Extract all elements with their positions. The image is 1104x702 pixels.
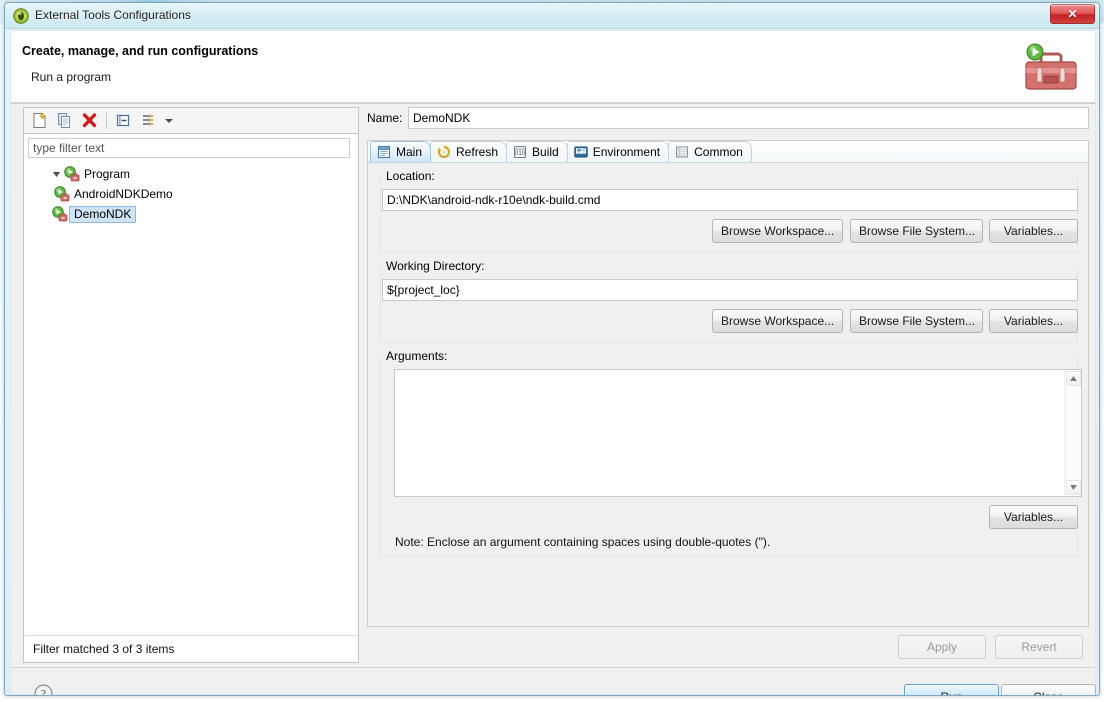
collapse-all-icon[interactable] xyxy=(111,110,136,132)
location-browse-workspace-button[interactable]: Browse Workspace... xyxy=(712,219,843,243)
tab-folder: Main Refresh 010 Build Environment Commo… xyxy=(367,140,1089,627)
working-directory-group: Working Directory: Browse Workspace... B… xyxy=(380,259,1078,343)
configuration-editor-panel: Name: Main xyxy=(367,107,1089,663)
toolbar-separator xyxy=(106,112,107,129)
refresh-tab-icon xyxy=(437,145,452,159)
location-group: Location: Browse Workspace... Browse Fil… xyxy=(380,169,1078,253)
tab-label: Main xyxy=(396,145,423,159)
tree-item-label: DemoNDK xyxy=(69,205,137,223)
working-directory-input[interactable] xyxy=(382,279,1078,301)
view-menu-chevron-down-icon[interactable] xyxy=(161,110,177,132)
scroll-down-arrow-icon[interactable] xyxy=(1066,480,1081,495)
arguments-group-label: Arguments: xyxy=(383,349,451,363)
working-directory-browse-workspace-button[interactable]: Browse Workspace... xyxy=(712,309,843,333)
tree-item-androidndkdemo[interactable]: AndroidNDKDemo xyxy=(25,184,357,204)
configurations-toolbar xyxy=(23,107,359,133)
eclipse-ball-icon xyxy=(13,8,29,24)
duplicate-icon[interactable] xyxy=(52,110,77,132)
arguments-textarea[interactable] xyxy=(395,370,1063,496)
main-tab-panel: Location: Browse Workspace... Browse Fil… xyxy=(368,163,1088,626)
configurations-tree-container: Program xyxy=(23,133,359,663)
filter-icon[interactable] xyxy=(136,110,161,132)
location-browse-file-system-button[interactable]: Browse File System... xyxy=(850,219,983,243)
svg-text:?: ? xyxy=(41,689,46,696)
tab-main[interactable]: Main xyxy=(370,141,432,162)
window-title: External Tools Configurations xyxy=(35,8,191,22)
expand-collapse-twisty-icon[interactable] xyxy=(49,170,63,179)
main-tab-icon xyxy=(377,145,392,159)
close-button[interactable]: Close xyxy=(1001,684,1096,695)
footer-divider xyxy=(11,667,1095,668)
tree-item-label: AndroidNDKDemo xyxy=(74,187,173,201)
tree-item-program[interactable]: Program xyxy=(25,164,357,184)
new-launch-configuration-icon[interactable] xyxy=(27,110,52,132)
dialog-body: Create, manage, and run configurations R… xyxy=(10,30,1096,695)
scrollbar-track[interactable] xyxy=(1066,387,1080,479)
working-directory-group-label: Working Directory: xyxy=(383,259,488,273)
arguments-scrollbar[interactable] xyxy=(1064,370,1081,496)
arguments-textarea-container xyxy=(394,369,1082,497)
external-tools-toolbox-icon xyxy=(1021,38,1081,96)
name-label: Name: xyxy=(367,111,403,125)
program-toolbox-icon xyxy=(63,166,81,182)
page-subtitle: Run a program xyxy=(31,70,112,84)
tree-item-label: Program xyxy=(84,167,131,181)
tab-label: Build xyxy=(532,145,559,159)
location-group-label: Location: xyxy=(383,169,438,183)
program-toolbox-icon xyxy=(53,186,71,202)
program-toolbox-icon xyxy=(51,206,69,222)
close-window-button[interactable]: ✕ xyxy=(1050,4,1095,24)
title-bar: External Tools Configurations ✕ xyxy=(5,3,1099,29)
arguments-note: Note: Enclose an argument containing spa… xyxy=(395,535,771,549)
close-icon: ✕ xyxy=(1067,7,1078,21)
revert-button[interactable]: Revert xyxy=(995,635,1083,659)
filter-status-text: Filter matched 3 of 3 items xyxy=(25,635,357,661)
run-button[interactable]: Run xyxy=(904,684,999,695)
name-row: Name: xyxy=(367,107,1089,131)
tab-refresh[interactable]: Refresh xyxy=(430,141,508,162)
environment-tab-icon xyxy=(574,145,589,159)
location-variables-button[interactable]: Variables... xyxy=(989,219,1078,243)
location-input[interactable] xyxy=(382,189,1078,211)
scroll-up-arrow-icon[interactable] xyxy=(1066,371,1081,386)
common-tab-icon xyxy=(675,145,690,159)
tab-label: Refresh xyxy=(456,145,499,159)
page-title: Create, manage, and run configurations xyxy=(22,44,259,58)
external-tools-configurations-window: External Tools Configurations ✕ Create, … xyxy=(4,2,1100,696)
tab-common[interactable]: Common xyxy=(668,141,752,162)
tree-item-demondk[interactable]: DemoNDK xyxy=(25,204,357,224)
build-tab-icon: 010 xyxy=(513,145,528,159)
arguments-variables-button[interactable]: Variables... xyxy=(989,505,1078,529)
tab-label: Common xyxy=(694,145,743,159)
tab-environment[interactable]: Environment xyxy=(566,141,670,162)
filter-input[interactable] xyxy=(28,138,350,158)
working-directory-browse-file-system-button[interactable]: Browse File System... xyxy=(850,309,983,333)
help-question-icon[interactable]: ? xyxy=(34,684,53,696)
working-directory-variables-button[interactable]: Variables... xyxy=(989,309,1078,333)
configurations-tree[interactable]: Program AndroidNDKDemo DemoNDK xyxy=(25,164,357,635)
tab-build[interactable]: 010 Build xyxy=(506,141,568,162)
chevron-down-glyph xyxy=(165,118,173,123)
arguments-group: Arguments: Variables... Note: Enclose an… xyxy=(380,349,1082,557)
configurations-panel: Program xyxy=(23,107,359,663)
apply-button[interactable]: Apply xyxy=(898,635,986,659)
svg-text:010: 010 xyxy=(515,151,526,157)
name-input[interactable] xyxy=(408,107,1089,129)
dialog-banner: Create, manage, and run configurations R… xyxy=(11,31,1095,104)
apply-revert-row: Apply Revert xyxy=(367,633,1089,663)
delete-icon[interactable] xyxy=(77,110,102,132)
tab-strip: Main Refresh 010 Build Environment Commo… xyxy=(368,141,1088,163)
tab-label: Environment xyxy=(592,145,661,159)
banner-divider xyxy=(11,103,1095,104)
